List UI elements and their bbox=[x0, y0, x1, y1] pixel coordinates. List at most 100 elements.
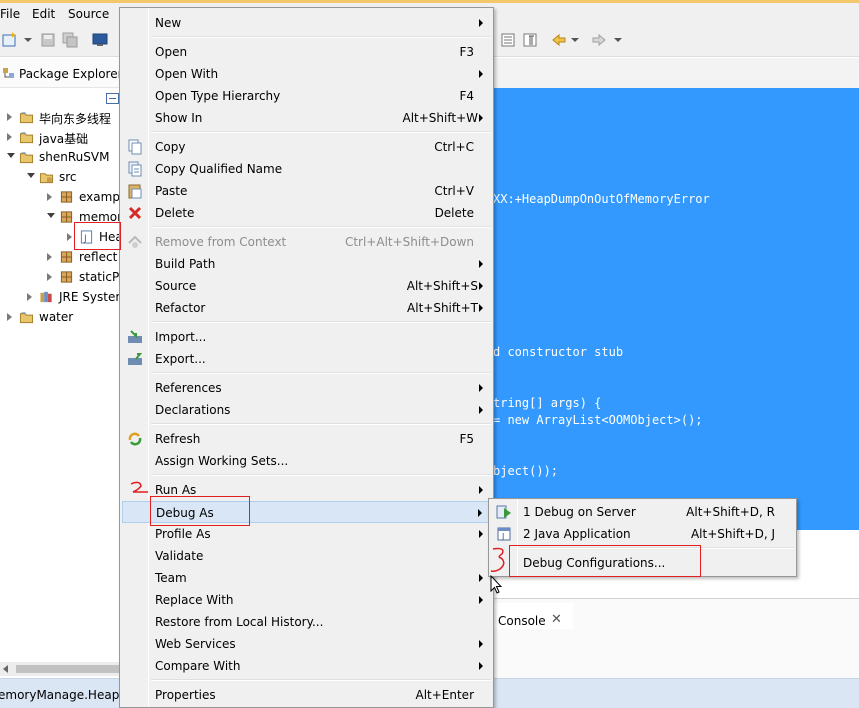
copy-qualified-icon bbox=[128, 161, 142, 177]
menu-item-import[interactable]: Import... bbox=[122, 326, 492, 348]
tree-item-label: java基础 bbox=[39, 132, 89, 146]
submenu-item-java-application[interactable]: J 2 Java Application Alt+Shift+D, J bbox=[491, 523, 795, 545]
menu-item-team[interactable]: Team bbox=[122, 567, 492, 589]
code-line: bject()); bbox=[493, 464, 559, 478]
menu-item-declarations[interactable]: Declarations bbox=[122, 399, 492, 421]
expand-arrow-icon[interactable] bbox=[27, 293, 32, 301]
submenu-arrow-icon bbox=[479, 574, 483, 582]
menu-item-replace-with[interactable]: Replace With bbox=[122, 589, 492, 611]
tree-item[interactable]: 毕向东多线程 bbox=[0, 108, 125, 128]
project-folder-icon bbox=[19, 312, 34, 324]
expand-arrow-icon[interactable] bbox=[67, 233, 72, 241]
pilcrow-icon[interactable] bbox=[522, 32, 538, 48]
menu-item-source[interactable]: Source Alt+Shift+S bbox=[122, 275, 492, 297]
menu-item-open[interactable]: Open F3 bbox=[122, 41, 492, 63]
export-icon bbox=[128, 353, 143, 365]
save-all-icon[interactable] bbox=[62, 32, 78, 48]
collapse-all-icon[interactable] bbox=[106, 93, 119, 104]
menu-item-copy-qualified-name[interactable]: Copy Qualified Name bbox=[122, 158, 492, 180]
tree-item[interactable]: reflect bbox=[0, 248, 125, 268]
package-icon bbox=[60, 211, 73, 223]
submenu-arrow-icon bbox=[479, 530, 483, 538]
close-icon[interactable]: ✕ bbox=[551, 612, 562, 627]
expand-arrow-icon[interactable] bbox=[7, 113, 12, 121]
tree-item[interactable]: examp bbox=[0, 188, 125, 208]
menu-edit[interactable]: Edit bbox=[32, 7, 55, 21]
console-tab[interactable]: Console ✕ bbox=[493, 603, 573, 629]
expand-arrow-icon[interactable] bbox=[47, 253, 52, 261]
menu-item-remove-from-context[interactable]: Remove from Context Ctrl+Alt+Shift+Down bbox=[122, 231, 492, 253]
forward-arrow-icon[interactable] bbox=[591, 32, 607, 48]
expand-arrow-icon[interactable] bbox=[47, 193, 52, 201]
menu-item-label: Restore from Local History... bbox=[155, 615, 324, 629]
menu-item-label: Delete bbox=[155, 206, 195, 220]
new-dropdown-icon[interactable] bbox=[24, 38, 32, 42]
editor-tabs bbox=[493, 58, 859, 88]
menu-item-open-with[interactable]: Open With bbox=[122, 63, 492, 85]
refresh-icon bbox=[128, 432, 142, 446]
menu-item-shortcut: Ctrl+C bbox=[434, 140, 474, 154]
back-dropdown-icon[interactable] bbox=[571, 38, 579, 42]
menu-item-delete[interactable]: Delete Delete bbox=[122, 202, 492, 224]
menu-item-validate[interactable]: Validate bbox=[122, 545, 492, 567]
menu-item-restore-from-local-history[interactable]: Restore from Local History... bbox=[122, 611, 492, 633]
submenu-arrow-icon bbox=[479, 596, 483, 604]
expand-arrow-icon[interactable] bbox=[7, 133, 12, 141]
menu-item-compare-with[interactable]: Compare With bbox=[122, 655, 492, 677]
explorer-tab[interactable]: Package Explorer bbox=[0, 58, 125, 88]
menu-item-assign-working-sets[interactable]: Assign Working Sets... bbox=[122, 450, 492, 472]
forward-dropdown-icon[interactable] bbox=[614, 38, 622, 42]
tree-item[interactable]: shenRuSVM bbox=[0, 148, 125, 168]
toggle-icon[interactable] bbox=[500, 32, 516, 48]
menu-item-profile-as[interactable]: Profile As bbox=[122, 523, 492, 545]
terminal-icon[interactable] bbox=[92, 32, 108, 48]
menu-item-new[interactable]: New bbox=[122, 12, 492, 34]
scroll-left-icon[interactable] bbox=[3, 665, 8, 673]
menu-item-export[interactable]: Export... bbox=[122, 348, 492, 370]
scrollbar-thumb[interactable] bbox=[16, 665, 120, 673]
collapse-arrow-icon[interactable] bbox=[7, 153, 15, 158]
menu-item-label: Import... bbox=[155, 330, 207, 344]
menu-source[interactable]: Source bbox=[68, 7, 109, 21]
tree-item[interactable]: java基础 bbox=[0, 128, 125, 148]
menu-file[interactable]: File bbox=[0, 7, 20, 21]
expand-arrow-icon[interactable] bbox=[7, 313, 12, 321]
menu-item-refactor[interactable]: Refactor Alt+Shift+T bbox=[122, 297, 492, 319]
explorer-title: Package Explorer bbox=[19, 67, 123, 81]
debug-server-icon bbox=[496, 505, 511, 519]
tree-item[interactable]: src bbox=[0, 168, 125, 188]
menu-item-properties[interactable]: Properties Alt+Enter bbox=[122, 684, 492, 706]
menu-item-label: Open Type Hierarchy bbox=[155, 89, 281, 103]
menu-item-label: Paste bbox=[155, 184, 188, 198]
back-arrow-icon[interactable] bbox=[551, 32, 567, 48]
menu-item-show-in[interactable]: Show In Alt+Shift+W bbox=[122, 107, 492, 129]
submenu-arrow-icon bbox=[479, 282, 483, 290]
expand-arrow-icon[interactable] bbox=[47, 273, 52, 281]
submenu-item-debug-on-server[interactable]: 1 Debug on Server Alt+Shift+D, R bbox=[491, 501, 795, 523]
menu-item-web-services[interactable]: Web Services bbox=[122, 633, 492, 655]
annotation-mark-3 bbox=[490, 547, 505, 572]
menu-item-open-type-hierarchy[interactable]: Open Type Hierarchy F4 bbox=[122, 85, 492, 107]
menu-item-copy[interactable]: Copy Ctrl+C bbox=[122, 136, 492, 158]
menu-item-build-path[interactable]: Build Path bbox=[122, 253, 492, 275]
package-explorer-icon bbox=[3, 68, 14, 78]
menu-item-references[interactable]: References bbox=[122, 377, 492, 399]
menu-item-refresh[interactable]: Refresh F5 bbox=[122, 428, 492, 450]
tree-item[interactable]: water bbox=[0, 308, 125, 328]
collapse-arrow-icon[interactable] bbox=[47, 213, 55, 218]
tree-item[interactable]: JRE Syster bbox=[0, 288, 125, 308]
menu-item-label: Build Path bbox=[155, 257, 216, 271]
collapse-arrow-icon[interactable] bbox=[27, 173, 35, 178]
menu-item-shortcut: F3 bbox=[459, 45, 474, 59]
menu-item-paste[interactable]: Paste Ctrl+V bbox=[122, 180, 492, 202]
save-icon[interactable] bbox=[40, 32, 56, 48]
tree-item-label: src bbox=[59, 170, 77, 184]
menu-separator bbox=[151, 423, 491, 425]
tree-item[interactable]: staticPr bbox=[0, 268, 125, 288]
submenu-arrow-icon bbox=[478, 509, 482, 517]
editor-selected-text[interactable]: XX:+HeapDumpOnOutOfMemoryError d constru… bbox=[493, 88, 859, 530]
new-icon[interactable] bbox=[2, 32, 18, 48]
explorer-horizontal-scrollbar[interactable] bbox=[0, 662, 125, 676]
menu-item-shortcut: Ctrl+Alt+Shift+Down bbox=[344, 235, 474, 249]
menu-item-label: Assign Working Sets... bbox=[155, 454, 289, 468]
